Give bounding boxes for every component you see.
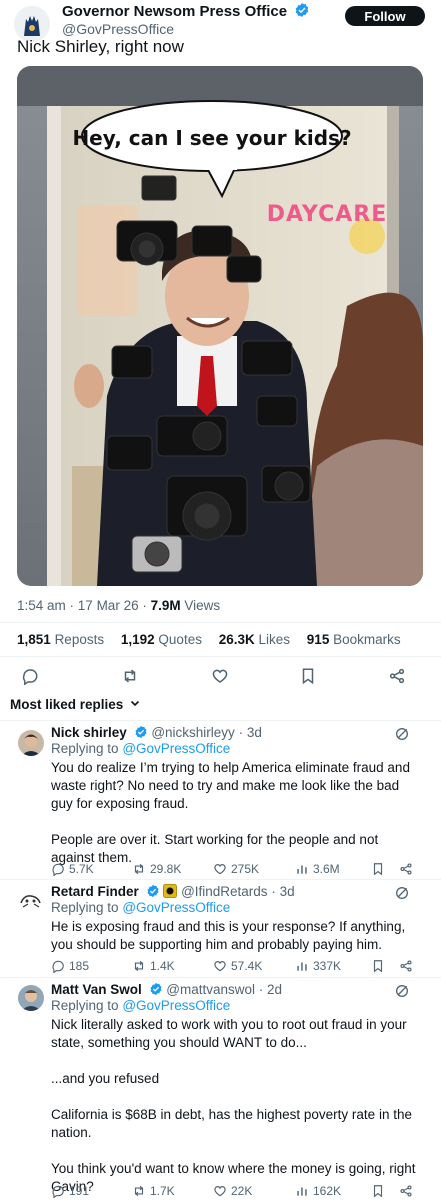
reply-age[interactable]: 3d	[280, 884, 295, 899]
divider	[0, 879, 441, 880]
reply-like-button[interactable]: 57.4K	[213, 959, 262, 973]
svg-text:Hey, can I see your kids?: Hey, can I see your kids?	[72, 126, 351, 150]
reply-reply-button[interactable]: 5.7K	[51, 862, 94, 876]
post-text: Nick Shirley, right now	[17, 37, 184, 56]
bookmark-icon[interactable]	[371, 862, 385, 876]
replying-to-link[interactable]: @GovPressOffice	[122, 741, 230, 756]
post-time[interactable]: 1:54 am	[17, 598, 66, 613]
reply-header: Nick shirley @nickshirleyy · 3d	[51, 725, 262, 740]
divider	[0, 720, 441, 721]
reposts-stat[interactable]: 1,851 Reposts	[17, 632, 104, 647]
post-image[interactable]: DAYCARE Hey, can I see your kids?	[17, 66, 423, 586]
replying-to: Replying to @GovPressOffice	[51, 900, 231, 915]
reply-item[interactable]: Retard Finder @IfindRetards · 3d Replyin…	[0, 881, 441, 977]
reply-repost-button[interactable]: 1.4K	[132, 959, 175, 973]
svg-text:DAYCARE: DAYCARE	[267, 202, 387, 227]
replying-to-link[interactable]: @GovPressOffice	[122, 998, 230, 1013]
reply-author-handle[interactable]: @IfindRetards	[181, 884, 268, 899]
bookmarks-stat[interactable]: 915 Bookmarks	[307, 632, 401, 647]
reply-actions: 191 1.7K 22K 162K	[51, 1184, 421, 1200]
post-stats: 1,851 Reposts 1,192 Quotes 26.3K Likes 9…	[17, 632, 414, 647]
replies-sort-dropdown[interactable]: Most liked replies	[10, 697, 140, 712]
reply-reply-button[interactable]: 185	[51, 959, 89, 973]
reply-views[interactable]: 162K	[295, 1184, 341, 1198]
reply-author-name[interactable]: Nick shirley	[51, 725, 127, 740]
chevron-down-icon	[130, 698, 140, 708]
repost-icon[interactable]	[116, 662, 144, 690]
reply-views[interactable]: 3.6M	[295, 862, 340, 876]
reply-views[interactable]: 337K	[295, 959, 341, 973]
replying-to: Replying to @GovPressOffice	[51, 998, 231, 1013]
reply-text: You do realize I’m trying to help Americ…	[51, 760, 410, 865]
verified-badge-icon	[134, 725, 148, 739]
reply-avatar[interactable]	[18, 730, 44, 756]
reply-reply-button[interactable]: 191	[51, 1184, 89, 1198]
share-icon[interactable]	[383, 662, 411, 690]
divider	[0, 977, 441, 978]
divider	[0, 622, 441, 623]
post-meta: 1:54 am · 17 Mar 26 · 7.9M Views	[17, 598, 221, 613]
reply-text: He is exposing fraud and this is your re…	[51, 919, 406, 952]
share-icon[interactable]	[399, 1184, 413, 1198]
reply-actions: 185 1.4K 57.4K 337K	[51, 959, 421, 975]
reply-header: Retard Finder @IfindRetards · 3d	[51, 884, 295, 899]
author-handle[interactable]: @GovPressOffice	[62, 21, 174, 37]
affiliate-badge-icon	[163, 884, 178, 898]
reply-author-name[interactable]: Matt Van Swol	[51, 982, 142, 997]
follow-button[interactable]: Follow	[345, 6, 425, 26]
reply-repost-button[interactable]: 29.8K	[132, 862, 181, 876]
reply-like-button[interactable]: 275K	[213, 862, 259, 876]
reply-author-name[interactable]: Retard Finder	[51, 884, 139, 899]
divider	[0, 656, 441, 657]
reply-age[interactable]: 3d	[247, 725, 262, 740]
reply-like-button[interactable]: 22K	[213, 1184, 252, 1198]
reply-avatar[interactable]	[18, 887, 44, 913]
post-actions	[0, 662, 441, 690]
grok-icon[interactable]	[394, 885, 412, 903]
likes-stat[interactable]: 26.3K Likes	[219, 632, 290, 647]
reply-item[interactable]: Nick shirley @nickshirleyy · 3d Replying…	[0, 722, 441, 878]
reply-text: Nick literally asked to work with you to…	[51, 1017, 416, 1194]
bookmark-icon[interactable]	[371, 1184, 385, 1198]
reply-avatar[interactable]	[18, 985, 44, 1011]
reply-author-handle[interactable]: @nickshirleyy	[151, 725, 234, 740]
reply-header: Matt Van Swol @mattvanswol · 2d	[51, 982, 283, 997]
views-label: Views	[184, 598, 221, 613]
quotes-stat[interactable]: 1,192 Quotes	[121, 632, 202, 647]
author-name[interactable]: Governor Newsom Press Office	[62, 2, 310, 20]
like-icon[interactable]	[206, 662, 234, 690]
reply-author-handle[interactable]: @mattvanswol	[166, 982, 255, 997]
reply-item[interactable]: Matt Van Swol @mattvanswol · 2d Replying…	[0, 979, 441, 1200]
verified-badge-icon	[149, 982, 163, 996]
post-date[interactable]: 17 Mar 26	[78, 598, 139, 613]
views-count: 7.9M	[150, 598, 181, 613]
replying-to: Replying to @GovPressOffice	[51, 741, 231, 756]
verified-badge-icon	[294, 2, 310, 18]
grok-icon[interactable]	[394, 726, 412, 744]
daycare-sign: DAYCARE	[267, 202, 387, 227]
reply-age[interactable]: 2d	[267, 982, 282, 997]
grok-icon[interactable]	[394, 983, 412, 1001]
reply-actions: 5.7K 29.8K 275K 3.6M	[51, 862, 421, 878]
share-icon[interactable]	[399, 959, 413, 973]
bookmark-icon[interactable]	[294, 662, 322, 690]
share-icon[interactable]	[399, 862, 413, 876]
verified-badge-icon	[146, 884, 160, 898]
bookmark-icon[interactable]	[371, 959, 385, 973]
reply-icon[interactable]	[16, 662, 44, 690]
reply-repost-button[interactable]: 1.7K	[132, 1184, 175, 1198]
replying-to-link[interactable]: @GovPressOffice	[122, 900, 230, 915]
